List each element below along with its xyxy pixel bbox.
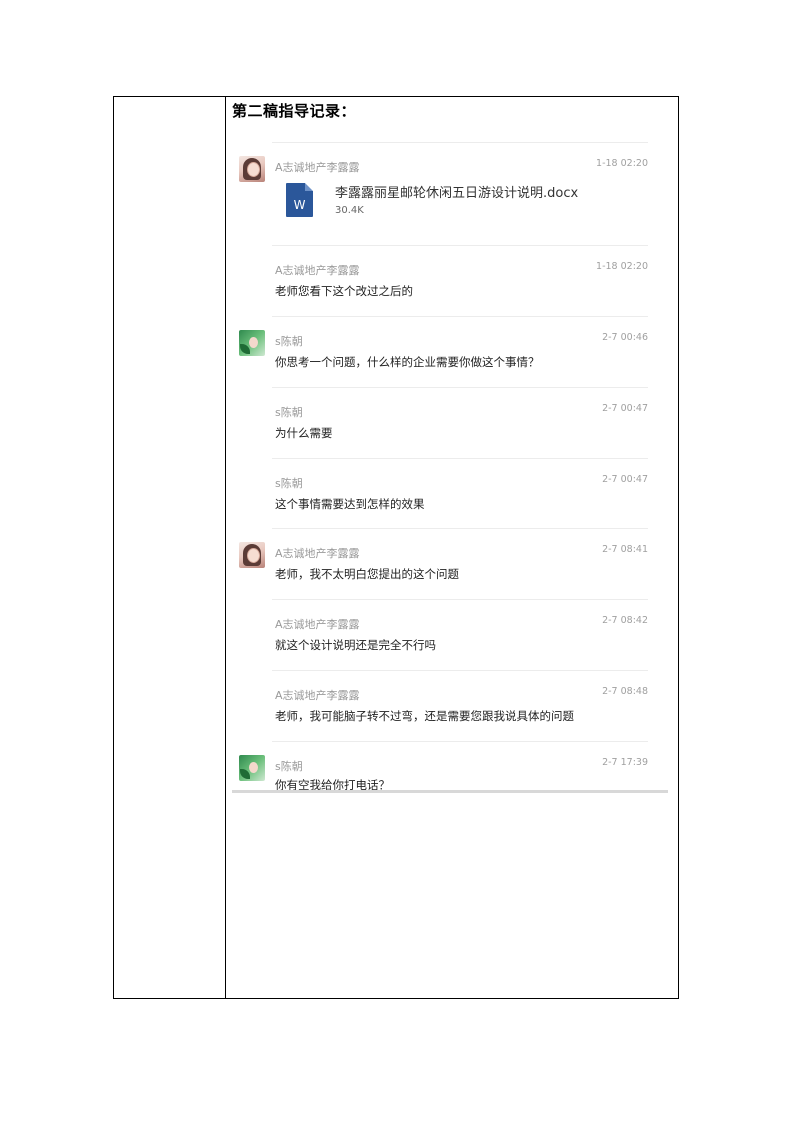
message-divider xyxy=(272,316,648,317)
message-time: 2-7 17:39 xyxy=(602,757,648,768)
chat-message: A志诚地产李露露 2-7 08:42 就这个设计说明还是完全不行吗 xyxy=(232,599,668,669)
message-text: 这个事情需要达到怎样的效果 xyxy=(275,497,425,511)
message-time: 2-7 08:42 xyxy=(602,615,648,626)
message-time: 2-7 08:41 xyxy=(602,544,648,555)
file-name[interactable]: 李露露丽星邮轮休闲五日游设计说明.docx xyxy=(335,182,578,201)
message-text: 老师，我可能脑子转不过弯，还是需要您跟我说具体的问题 xyxy=(275,709,574,723)
chat-message: A志诚地产李露露 1-18 02:20 W 李露露丽星邮轮休闲五日游设计说明.d… xyxy=(232,142,668,244)
message-text: 老师，我不太明白您提出的这个问题 xyxy=(275,567,459,581)
sender-name: A志诚地产李露露 xyxy=(275,689,360,702)
message-time: 1-18 02:20 xyxy=(596,158,648,169)
section-title: 第二稿指导记录： xyxy=(232,102,357,120)
sender-name: s陈朝 xyxy=(275,477,303,490)
message-divider xyxy=(272,741,648,742)
sender-name: A志诚地产李露露 xyxy=(275,618,360,631)
message-time: 1-18 02:20 xyxy=(596,261,648,272)
message-text: 为什么需要 xyxy=(275,426,333,440)
avatar[interactable] xyxy=(239,755,265,781)
message-divider xyxy=(272,142,648,143)
message-divider xyxy=(272,599,648,600)
message-divider xyxy=(272,528,648,529)
chat-message: A志诚地产李露露 1-18 02:20 老师您看下这个改过之后的 xyxy=(232,245,668,315)
message-time: 2-7 08:48 xyxy=(602,686,648,697)
message-time: 2-7 00:47 xyxy=(602,403,648,414)
sender-name: A志诚地产李露露 xyxy=(275,547,360,560)
message-text: 你思考一个问题，什么样的企业需要你做这个事情？ xyxy=(275,355,540,369)
table-column-divider xyxy=(225,97,226,998)
message-divider xyxy=(272,458,648,459)
message-text: 你有空我给你打电话？ xyxy=(275,778,390,792)
chat-message: s陈朝 2-7 17:39 你有空我给你打电话？ xyxy=(232,741,668,792)
chat-message: s陈朝 2-7 00:47 这个事情需要达到怎样的效果 xyxy=(232,458,668,528)
chat-message: s陈朝 2-7 00:47 为什么需要 xyxy=(232,387,668,457)
avatar[interactable] xyxy=(239,156,265,182)
message-time: 2-7 00:46 xyxy=(602,332,648,343)
sender-name: s陈朝 xyxy=(275,760,303,773)
message-divider xyxy=(272,387,648,388)
chat-message: A志诚地产李露露 2-7 08:48 老师，我可能脑子转不过弯，还是需要您跟我说… xyxy=(232,670,668,740)
file-size: 30.4K xyxy=(335,205,364,216)
chat-message: s陈朝 2-7 00:46 你思考一个问题，什么样的企业需要你做这个事情？ xyxy=(232,316,668,386)
chat-message: A志诚地产李露露 2-7 08:41 老师，我不太明白您提出的这个问题 xyxy=(232,528,668,598)
sender-name: s陈朝 xyxy=(275,335,303,348)
message-divider xyxy=(272,670,648,671)
message-time: 2-7 00:47 xyxy=(602,474,648,485)
word-icon: W xyxy=(286,183,313,217)
message-text: 老师您看下这个改过之后的 xyxy=(275,284,413,298)
message-text: 就这个设计说明还是完全不行吗 xyxy=(275,638,436,652)
sender-name: s陈朝 xyxy=(275,406,303,419)
chat-log-screenshot: A志诚地产李露露 1-18 02:20 W 李露露丽星邮轮休闲五日游设计说明.d… xyxy=(232,142,668,793)
avatar[interactable] xyxy=(239,542,265,568)
file-attachment[interactable]: W 李露露丽星邮轮休闲五日游设计说明.docx 30.4K xyxy=(286,183,616,225)
avatar[interactable] xyxy=(239,330,265,356)
sender-name: A志诚地产李露露 xyxy=(275,161,360,174)
sender-name: A志诚地产李露露 xyxy=(275,264,360,277)
message-divider xyxy=(272,245,648,246)
